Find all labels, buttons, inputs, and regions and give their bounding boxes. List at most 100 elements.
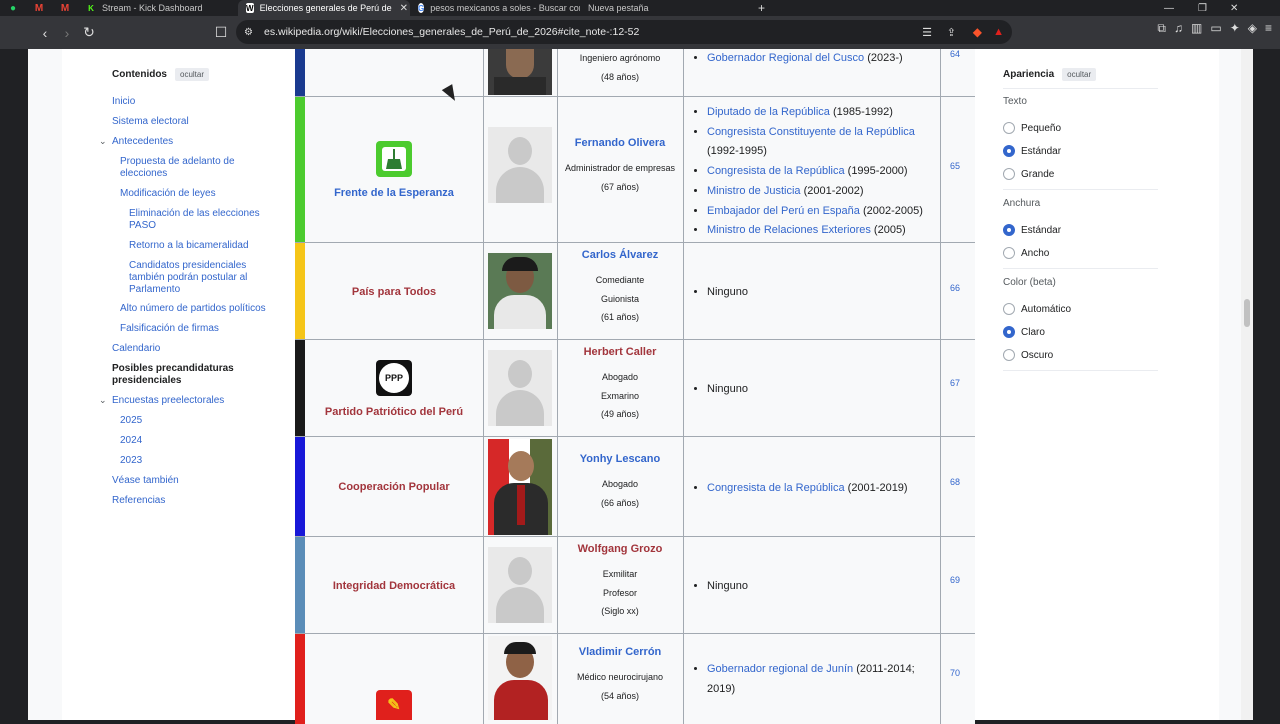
site-info-icon[interactable]: ⚙ xyxy=(244,27,253,38)
radio-circle[interactable] xyxy=(1003,326,1015,338)
toc-item[interactable]: 2024 xyxy=(120,435,142,447)
radio-circle[interactable] xyxy=(1003,224,1015,236)
chevron-down-icon[interactable]: ⌄ xyxy=(99,136,107,147)
position-link[interactable]: Gobernador Regional del Cusco xyxy=(707,52,864,64)
party-name[interactable]: País para Todos xyxy=(352,286,436,298)
candidate-name[interactable]: Fernando Olivera xyxy=(557,137,683,149)
brave-rewards-icon[interactable]: ▲ xyxy=(993,26,1004,38)
radio-circle[interactable] xyxy=(1003,122,1015,134)
position-link[interactable]: Congresista de la República xyxy=(707,482,845,494)
toc-item[interactable]: Véase también xyxy=(112,475,179,487)
candidate-photo[interactable] xyxy=(488,253,552,329)
media-icon[interactable]: ♫ xyxy=(1174,21,1183,36)
candidate-name[interactable]: Herbert Caller xyxy=(557,346,683,358)
tab-new[interactable]: Nueva pestaña xyxy=(580,0,750,16)
restore-icon[interactable]: ❐ xyxy=(1198,0,1207,16)
new-tab-button[interactable]: + xyxy=(750,0,773,16)
party-name[interactable]: Frente de la Esperanza xyxy=(334,187,454,199)
radio-text-large[interactable]: Grande xyxy=(1003,168,1054,180)
gmail-icon-2[interactable]: M xyxy=(52,0,78,16)
close-tab-icon[interactable]: ✕ xyxy=(400,3,408,14)
brave-shield-icon[interactable]: ◆ xyxy=(973,25,982,39)
menu-icon[interactable]: ≡ xyxy=(1265,21,1272,36)
radio-circle[interactable] xyxy=(1003,349,1015,361)
party-logo[interactable]: ✎ xyxy=(376,690,412,720)
candidate-photo[interactable] xyxy=(488,350,552,426)
bookmark-icon[interactable]: ☐ xyxy=(210,22,232,44)
radio-circle[interactable] xyxy=(1003,145,1015,157)
radio-width-wide[interactable]: Ancho xyxy=(1003,247,1049,259)
chevron-down-icon[interactable]: ⌄ xyxy=(99,395,107,406)
toc-item[interactable]: Eliminación de las elecciones PASO xyxy=(129,208,269,232)
party-logo[interactable] xyxy=(376,141,412,177)
appearance-hide-button[interactable]: ocultar xyxy=(1062,68,1097,81)
reference-link[interactable]: 64 xyxy=(941,49,969,59)
candidate-name[interactable]: Wolfgang Grozo xyxy=(557,543,683,555)
reference-link[interactable]: 67 xyxy=(941,378,969,388)
toc-hide-button[interactable]: ocultar xyxy=(175,68,210,81)
toc-item[interactable]: Antecedentes xyxy=(112,136,173,148)
screenshot-icon[interactable]: ⧉ xyxy=(1157,21,1166,36)
vpn-icon[interactable]: ◈ xyxy=(1248,21,1257,36)
radio-circle[interactable] xyxy=(1003,303,1015,315)
toc-item[interactable]: Falsificación de firmas xyxy=(120,323,219,335)
leo-ai-icon[interactable]: ✦ xyxy=(1230,21,1240,36)
candidate-name[interactable]: Vladimir Cerrón xyxy=(557,646,683,658)
toc-item[interactable]: Inicio xyxy=(112,96,135,108)
wallet-icon[interactable]: ▭ xyxy=(1210,21,1221,36)
forward-icon[interactable]: › xyxy=(56,22,78,44)
radio-color-dark[interactable]: Oscuro xyxy=(1003,349,1053,361)
tab-wikipedia[interactable]: W Elecciones generales de Perú de ✕ xyxy=(238,0,410,16)
candidate-name[interactable]: Carlos Álvarez xyxy=(557,249,683,261)
share-icon[interactable]: ⇪ xyxy=(947,26,956,39)
party-name[interactable]: Cooperación Popular xyxy=(338,481,449,493)
gmail-icon[interactable]: M xyxy=(26,0,52,16)
toc-item[interactable]: Encuestas preelectorales xyxy=(112,395,224,407)
position-link[interactable]: Diputado de la República xyxy=(707,106,830,118)
radio-color-light[interactable]: Claro xyxy=(1003,326,1045,338)
back-icon[interactable]: ‹ xyxy=(34,22,56,44)
tab-kick[interactable]: K Stream - Kick Dashboard xyxy=(78,0,238,16)
party-logo[interactable]: PPP xyxy=(376,359,412,396)
party-name[interactable]: Partido Patriótico del Perú xyxy=(325,406,463,418)
toc-item[interactable]: Referencias xyxy=(112,495,165,507)
position-link[interactable]: Embajador del Perú en España xyxy=(707,205,860,217)
toc-item[interactable]: Candidatos presidenciales también podrán… xyxy=(129,260,259,296)
radio-circle[interactable] xyxy=(1003,168,1015,180)
toc-item[interactable]: Propuesta de adelanto de elecciones xyxy=(120,156,260,180)
sidebar-icon[interactable]: ▥ xyxy=(1191,21,1202,36)
tab-google[interactable]: G pesos mexicanos a soles - Buscar con xyxy=(410,0,580,16)
candidate-photo[interactable] xyxy=(488,127,552,203)
radio-text-standard[interactable]: Estándar xyxy=(1003,145,1061,157)
radio-width-standard[interactable]: Estándar xyxy=(1003,224,1061,236)
reference-link[interactable]: 65 xyxy=(941,161,969,171)
whatsapp-icon[interactable]: ● xyxy=(0,0,26,16)
toc-item[interactable]: Sistema electoral xyxy=(112,116,189,128)
scrollbar[interactable] xyxy=(1241,49,1253,720)
reference-link[interactable]: 66 xyxy=(941,283,969,293)
toc-item[interactable]: Alto número de partidos políticos xyxy=(120,303,266,315)
candidate-photo[interactable] xyxy=(488,49,552,95)
close-window-icon[interactable]: ✕ xyxy=(1230,0,1238,16)
candidate-photo[interactable] xyxy=(488,439,552,535)
party-name[interactable]: Integridad Democrática xyxy=(333,580,455,592)
radio-color-auto[interactable]: Automático xyxy=(1003,303,1071,315)
toc-item-current[interactable]: Posibles precandidaturas presidenciales xyxy=(112,363,252,387)
position-link[interactable]: Ministro de Relaciones Exteriores xyxy=(707,224,871,236)
toc-item[interactable]: Modificación de leyes xyxy=(120,188,216,200)
reference-link[interactable]: 69 xyxy=(941,575,969,585)
candidate-photo[interactable] xyxy=(488,636,552,720)
reference-link[interactable]: 68 xyxy=(941,477,969,487)
candidate-name[interactable]: Yonhy Lescano xyxy=(557,453,683,465)
scrollbar-thumb[interactable] xyxy=(1244,299,1250,327)
address-bar[interactable]: ⚙ es.wikipedia.org/wiki/Elecciones_gener… xyxy=(236,20,1012,44)
position-link[interactable]: Congresista de la República xyxy=(707,165,845,177)
position-link[interactable]: Ministro de Justicia xyxy=(707,185,801,197)
minimize-icon[interactable]: — xyxy=(1164,0,1174,16)
reference-link[interactable]: 70 xyxy=(941,668,969,678)
position-link[interactable]: Congresista Constituyente de la Repúblic… xyxy=(707,126,915,138)
candidate-photo[interactable] xyxy=(488,547,552,623)
position-link[interactable]: Gobernador regional de Junín xyxy=(707,663,853,675)
toc-item[interactable]: Calendario xyxy=(112,343,160,355)
radio-circle[interactable] xyxy=(1003,247,1015,259)
